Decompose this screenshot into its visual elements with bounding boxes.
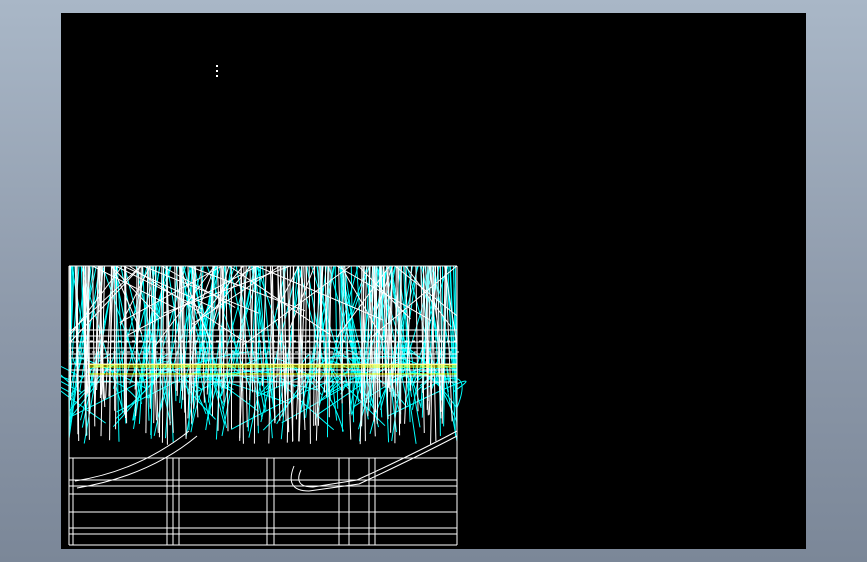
wireframe-drawing — [61, 265, 467, 546]
wire-line — [394, 265, 397, 444]
wire-line — [313, 265, 316, 426]
cad-viewport[interactable] — [0, 0, 867, 562]
wire-curve — [61, 386, 106, 424]
wire-line — [92, 265, 96, 427]
wire-line — [308, 265, 311, 444]
wire-curve — [298, 430, 458, 488]
origin-marker-icon — [216, 65, 218, 77]
wire-line — [400, 265, 402, 424]
wire-line — [304, 265, 308, 388]
wire-line — [113, 265, 116, 411]
drawing-sheet[interactable] — [61, 13, 806, 549]
